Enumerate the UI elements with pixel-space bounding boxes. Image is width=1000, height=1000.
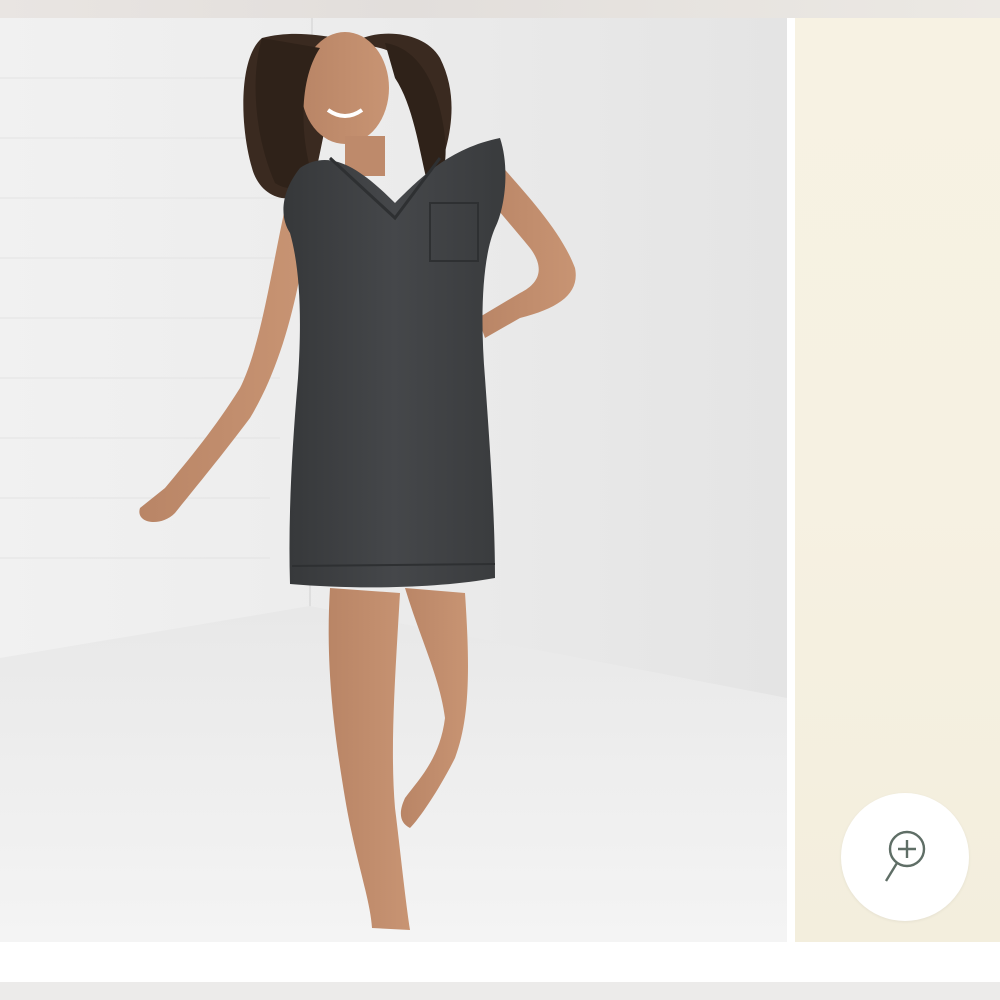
top-edge [0, 0, 1000, 18]
bottom-edge [0, 982, 1000, 1000]
product-page [0, 0, 1000, 1000]
product-image-main[interactable] [0, 18, 787, 942]
model-photo [0, 18, 787, 942]
product-image-carousel[interactable] [0, 18, 1000, 942]
zoom-button[interactable] [841, 793, 969, 921]
zoom-in-icon [884, 830, 926, 882]
